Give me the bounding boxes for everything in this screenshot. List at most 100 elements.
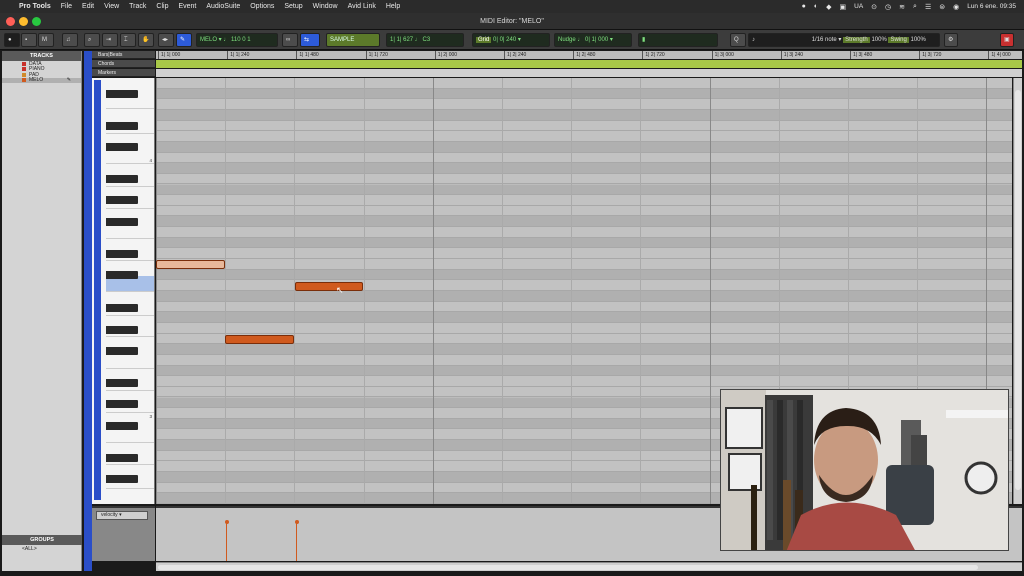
mirror-icon[interactable]: ⇆ [300, 33, 320, 47]
pitch-lane [156, 216, 1012, 228]
black-key[interactable] [106, 175, 138, 183]
white-key-divider [106, 336, 154, 337]
black-key[interactable] [106, 90, 138, 98]
markers-ruler-label[interactable]: Markers [92, 69, 155, 77]
link-icon[interactable]: ∞ [282, 33, 298, 47]
grid-line [225, 78, 227, 504]
pitch-lane [156, 237, 1012, 249]
scrollbar-thumb[interactable] [158, 565, 978, 570]
quantize-settings[interactable]: ♪ 1/16 note ▾ Strength 100% Swing 100% [748, 33, 940, 47]
zoom-window-icon[interactable] [32, 17, 41, 26]
group-all[interactable]: <ALL> [2, 546, 82, 553]
black-key[interactable] [106, 347, 138, 355]
minimize-window-icon[interactable] [19, 17, 28, 26]
velocity-stem[interactable] [296, 523, 297, 561]
black-key[interactable] [106, 475, 138, 483]
black-key[interactable] [106, 218, 138, 226]
settings-gear-icon[interactable]: ⚙ [944, 33, 958, 47]
menu-edit[interactable]: Edit [82, 3, 94, 10]
chords-ruler-label[interactable]: Chords [92, 60, 155, 68]
menu-window[interactable]: Window [313, 3, 338, 10]
track-selector[interactable]: MELO ▾ ♩ 110 0 1 [196, 33, 278, 47]
cloud-icon[interactable]: ◆ [826, 3, 831, 11]
black-key[interactable] [106, 326, 138, 334]
midi-thru-icon[interactable]: ♫ [62, 33, 78, 47]
velocity-lane-selector[interactable]: velocity ▾ [96, 511, 148, 520]
ruler-tick-label: 1| 1| 480 [296, 51, 319, 59]
track-row-melo[interactable]: MELO ✎ [2, 77, 81, 83]
main-counter[interactable]: 1| 1| 627 ♩ C3 [386, 33, 464, 47]
black-key[interactable] [106, 379, 138, 387]
pitch-lane [156, 78, 1012, 89]
black-key[interactable] [106, 271, 138, 279]
counter-mode[interactable]: SAMPLE [326, 33, 380, 47]
velocity-handle[interactable] [294, 520, 299, 524]
pencil-tool-icon[interactable]: ✎ [176, 33, 192, 47]
record-status-icon[interactable]: ● [802, 3, 806, 10]
menu-audiosuite[interactable]: AudioSuite [206, 3, 240, 10]
chords-ruler[interactable] [156, 60, 1022, 68]
calendar-icon[interactable]: ▣ [840, 3, 847, 11]
pitch-lane [156, 376, 1012, 387]
black-key[interactable] [106, 304, 138, 312]
midi-note[interactable] [225, 335, 294, 344]
menu-event[interactable]: Event [178, 3, 196, 10]
menu-track[interactable]: Track [129, 3, 146, 10]
menu-clip[interactable]: Clip [156, 3, 168, 10]
menu-app[interactable]: Pro Tools [19, 3, 51, 10]
wifi-icon[interactable]: ≋ [899, 3, 905, 11]
grid-setting[interactable]: Grid 0| 0| 240 ▾ [472, 33, 550, 47]
bars-beats-ruler[interactable]: 1| 1| 000 1| 1| 240 1| 1| 480 1| 1| 720 1| 2… [156, 51, 1022, 59]
velocity-handle[interactable] [224, 520, 229, 524]
midi-note[interactable] [156, 260, 225, 269]
menu-setup[interactable]: Setup [284, 3, 302, 10]
keyboard-scrollbar[interactable] [94, 80, 101, 500]
black-key[interactable] [106, 196, 138, 204]
black-key[interactable] [106, 400, 138, 408]
time-machine-icon[interactable]: ◷ [885, 3, 891, 11]
siri-icon[interactable]: ◉ [953, 3, 959, 11]
input-source[interactable]: UA [854, 3, 863, 10]
horizontal-scrollbar[interactable] [156, 562, 1022, 571]
velocity-stem[interactable] [226, 523, 227, 561]
selector-tool-icon[interactable]: ⌶ [120, 33, 136, 47]
velocity-label: velocity [101, 512, 118, 518]
markers-ruler[interactable] [156, 69, 1022, 77]
user-icon[interactable]: ☰ [925, 3, 931, 11]
piano-keyboard[interactable]: 4 3 [92, 78, 155, 504]
menu-view[interactable]: View [104, 3, 119, 10]
quantize-icon[interactable]: Q [730, 33, 746, 47]
menu-help[interactable]: Help [386, 3, 400, 10]
play-status-icon[interactable]: ⊙ [871, 3, 877, 11]
record-arm-icon[interactable]: ▣ [1000, 33, 1014, 47]
ruler-tick-label: 1| 3| 480 [850, 51, 872, 59]
record-enable-icon[interactable]: ● [4, 33, 20, 47]
black-key[interactable] [106, 143, 138, 151]
menu-avid-link[interactable]: Avid Link [348, 3, 376, 10]
menu-file[interactable]: File [61, 3, 72, 10]
white-key-divider [106, 133, 154, 134]
search-icon[interactable]: ⌕ [913, 3, 917, 11]
trim-tool-icon[interactable]: ⇥ [102, 33, 118, 47]
bars-beats-ruler-label[interactable]: Bars|Beats [92, 51, 155, 59]
black-key[interactable] [106, 454, 138, 462]
solo-icon[interactable]: ▪ [21, 33, 37, 47]
grid-line [156, 78, 157, 504]
scrollbar-thumb[interactable] [1015, 90, 1021, 490]
grabber-tool-icon[interactable]: ✋ [138, 33, 154, 47]
close-window-icon[interactable] [6, 17, 15, 26]
black-key[interactable] [106, 250, 138, 258]
clock[interactable]: Lun 6 ene. 09:35 [967, 3, 1016, 10]
black-key[interactable] [106, 422, 138, 430]
midi-note[interactable] [295, 282, 363, 291]
mute-icon[interactable]: M [38, 33, 54, 47]
zoom-tool-icon[interactable]: ⌕ [84, 33, 100, 47]
black-key[interactable] [106, 122, 138, 130]
menu-options[interactable]: Options [250, 3, 274, 10]
audio-status-icon[interactable]: ◐ [814, 3, 818, 10]
pencil-icon[interactable]: ✎ [67, 77, 71, 83]
scrubber-tool-icon[interactable]: ◂▸ [158, 33, 174, 47]
nudge-setting[interactable]: Nudge ♩ 0| 1| 000 ▾ [554, 33, 632, 47]
control-center-icon[interactable]: ⊜ [939, 3, 945, 11]
vertical-scrollbar[interactable] [1013, 78, 1022, 504]
